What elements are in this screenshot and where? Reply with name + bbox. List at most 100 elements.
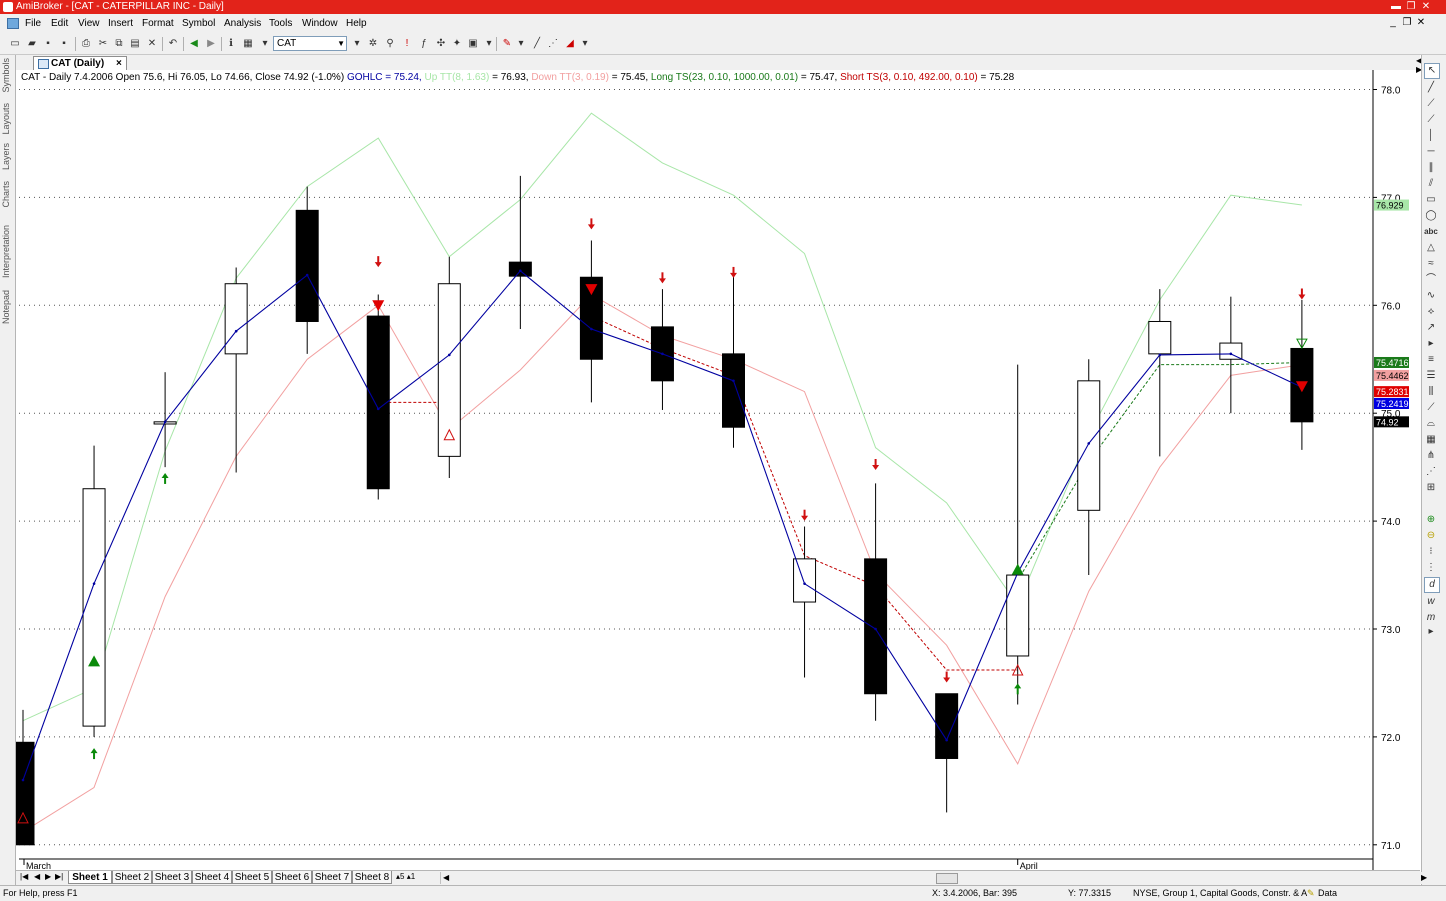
menu-file[interactable]: File (25, 18, 41, 29)
dropdown-arrow-icon[interactable]: ▸ (1424, 625, 1438, 639)
dropdown-arrow-icon[interactable]: ▾ (578, 37, 592, 51)
menu-view[interactable]: View (78, 18, 100, 29)
close-icon[interactable]: ✕ (1419, 1, 1433, 13)
dropdown-arrow-icon[interactable]: ▾ (350, 37, 364, 51)
gann-arc-icon[interactable]: ⌓ (1424, 417, 1438, 431)
tab-symbols[interactable]: Symbols (1, 58, 11, 93)
horizontal-line-icon[interactable]: ─ (1424, 145, 1438, 159)
ellipse-icon[interactable]: ◯ (1424, 209, 1438, 223)
style-w-icon[interactable]: w (1424, 595, 1438, 609)
fibonacci-icon[interactable]: ≡ (1424, 353, 1438, 367)
scan-icon[interactable]: ⚲ (383, 37, 397, 51)
menu-format[interactable]: Format (142, 18, 174, 29)
fib-extension-icon[interactable]: ⫼ (1424, 385, 1438, 399)
style-m-icon[interactable]: m (1424, 611, 1438, 625)
cycle-icon[interactable]: ⟡ (1424, 305, 1438, 319)
dropdown-arrow-icon[interactable]: ▾ (482, 37, 496, 51)
color-pen-icon[interactable]: ✎ (500, 37, 514, 51)
zoom-out-icon[interactable]: ⊖ (1424, 529, 1438, 543)
alert-icon[interactable]: ! (400, 37, 414, 51)
mdi-restore-icon[interactable]: ❐ (1401, 17, 1413, 28)
mdi-close-icon[interactable]: ✕ (1415, 17, 1427, 28)
save-all-icon[interactable]: ▪ (57, 37, 71, 51)
sheet-tab-5[interactable]: Sheet 5 (232, 871, 272, 884)
horizontal-scrollbar[interactable]: ◀ ▶ (440, 872, 1433, 884)
open-icon[interactable]: ▰ (25, 37, 39, 51)
mdi-minimize-icon[interactable]: _ (1387, 17, 1399, 28)
tab-layers[interactable]: Layers (1, 143, 11, 170)
delete-icon[interactable]: ✕ (145, 37, 159, 51)
zigzag-icon[interactable]: ≈ (1424, 257, 1438, 271)
sheet-tab-1[interactable]: Sheet 1 (68, 871, 112, 884)
andrews-pitchfork-icon[interactable]: ⋔ (1424, 449, 1438, 463)
text-icon[interactable]: abc (1424, 225, 1438, 239)
optimize-icon[interactable]: ✣ (434, 37, 448, 51)
sheet-scroll-icon[interactable]: ▴5 ▴1 (396, 872, 415, 881)
vertical-line-icon[interactable]: │ (1424, 129, 1438, 143)
arc-icon[interactable]: ⌒ (1424, 273, 1438, 287)
eraser-icon[interactable]: ◢ (563, 37, 577, 51)
gann-fan-icon[interactable]: ⟋ (1424, 401, 1438, 415)
tab-charts[interactable]: Charts (1, 181, 11, 208)
sheet-tab-6[interactable]: Sheet 6 (272, 871, 312, 884)
parallel-lines-icon[interactable]: ∥ (1424, 161, 1438, 175)
symbol-combo[interactable]: CAT ▼ (273, 36, 347, 51)
calendar-icon[interactable]: ▦ (241, 37, 255, 51)
prev-sheet-icon[interactable]: ◀ (34, 872, 40, 881)
menu-symbol[interactable]: Symbol (182, 18, 215, 29)
menu-window[interactable]: Window (302, 18, 338, 29)
cut-icon[interactable]: ✂ (96, 37, 110, 51)
menu-help[interactable]: Help (346, 18, 367, 29)
snap-icon[interactable]: ⁝ (1424, 545, 1438, 559)
last-sheet-icon[interactable]: ▶| (55, 872, 63, 881)
menu-insert[interactable]: Insert (108, 18, 133, 29)
info-icon[interactable]: ℹ (224, 37, 238, 51)
curve-icon[interactable]: ∿ (1424, 289, 1438, 303)
channel-icon[interactable]: ⫽ (1424, 177, 1438, 191)
magnet-icon[interactable]: ⋮ (1424, 561, 1438, 575)
regression-icon[interactable]: ⊞ (1424, 481, 1438, 495)
dropdown-arrow-icon[interactable]: ▸ (1424, 337, 1438, 351)
tab-layouts[interactable]: Layouts (1, 103, 11, 135)
tab-notepad[interactable]: Notepad (1, 290, 11, 324)
layer-icon[interactable]: ▣ (466, 37, 480, 51)
chart-tab[interactable]: CAT (Daily) × (33, 56, 127, 70)
dash-style-icon[interactable]: ⋰ (546, 37, 560, 51)
back-icon[interactable]: ◀ (187, 37, 201, 51)
scroll-left-icon[interactable]: ◀ (443, 873, 449, 882)
speed-lines-icon[interactable]: ⋰ (1424, 465, 1438, 479)
menu-edit[interactable]: Edit (51, 18, 68, 29)
minimize-icon[interactable]: ▬ (1389, 1, 1403, 13)
close-tab-icon[interactable]: × (116, 57, 122, 70)
arrow-icon[interactable]: ↗ (1424, 321, 1438, 335)
rectangle-icon[interactable]: ▭ (1424, 193, 1438, 207)
ray-icon[interactable]: ⟋ (1424, 97, 1438, 111)
extended-line-icon[interactable]: ⟋ (1424, 113, 1438, 127)
dropdown-arrow-icon[interactable]: ▾ (258, 37, 272, 51)
formula-icon[interactable]: ƒ (417, 37, 431, 51)
pointer-icon[interactable]: ↖ (1424, 63, 1440, 79)
sheet-tab-4[interactable]: Sheet 4 (192, 871, 232, 884)
sheet-tab-2[interactable]: Sheet 2 (112, 871, 152, 884)
wand-icon[interactable]: ✦ (450, 37, 464, 51)
price-chart[interactable]: 78.077.076.075.074.073.072.071.0March Apr… (16, 70, 1420, 870)
new-icon[interactable]: ▭ (8, 37, 22, 51)
indicator-icon[interactable]: ✲ (366, 37, 380, 51)
tab-interpretation[interactable]: Interpretation (1, 225, 11, 278)
scroll-right-icon[interactable]: ▶ (1421, 873, 1427, 882)
dropdown-arrow-icon[interactable]: ▾ (514, 37, 528, 51)
menu-tools[interactable]: Tools (269, 18, 292, 29)
sheet-tab-7[interactable]: Sheet 7 (312, 871, 352, 884)
forward-icon[interactable]: ▶ (204, 37, 218, 51)
triangle-icon[interactable]: △ (1424, 241, 1438, 255)
gann-grid-icon[interactable]: ▦ (1424, 433, 1438, 447)
first-sheet-icon[interactable]: |◀ (20, 872, 28, 881)
paste-icon[interactable]: ▤ (128, 37, 142, 51)
save-icon[interactable]: ▪ (41, 37, 55, 51)
fib-timezones-icon[interactable]: ☰ (1424, 369, 1438, 383)
menu-analysis[interactable]: Analysis (224, 18, 261, 29)
document-icon[interactable] (7, 18, 19, 29)
sheet-tab-8[interactable]: Sheet 8 (352, 871, 392, 884)
scrollbar-thumb[interactable] (936, 873, 958, 884)
print-icon[interactable]: ⎙ (79, 37, 93, 51)
